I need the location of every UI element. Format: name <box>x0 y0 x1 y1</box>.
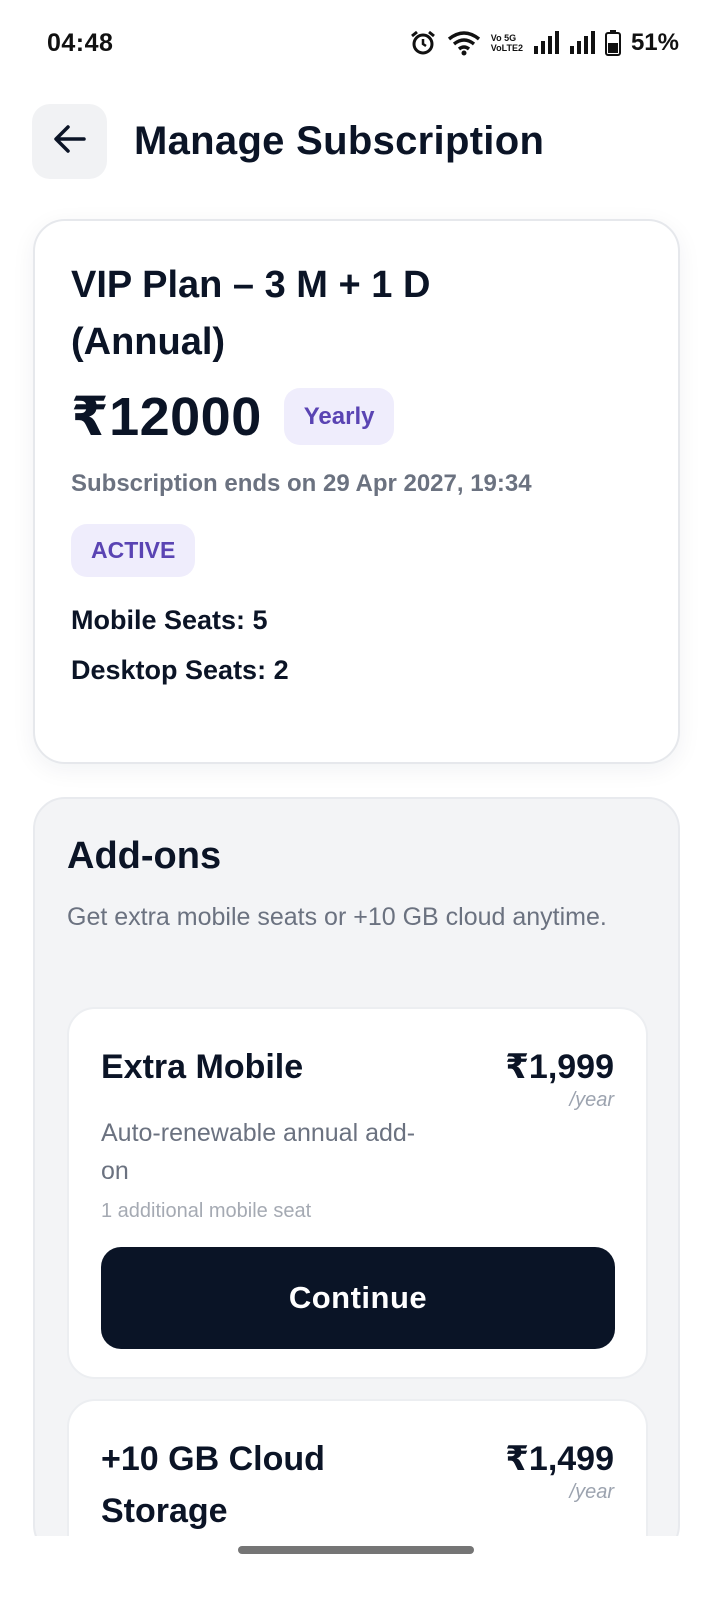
addon-price: ₹1,999 <box>505 1048 614 1086</box>
addons-subtitle: Get extra mobile seats or +10 GB cloud a… <box>67 903 607 931</box>
alarm-icon <box>409 29 437 57</box>
back-button[interactable] <box>32 103 107 179</box>
page-header: Manage Subscription <box>32 103 544 179</box>
plan-price: ₹12000 <box>71 387 262 447</box>
addon-name: Extra Mobile <box>101 1048 304 1086</box>
status-time: 04:48 <box>47 28 114 57</box>
addons-section: Add-ons Get extra mobile seats or +10 GB… <box>33 797 680 1599</box>
addon-price-block: ₹1,999 /year <box>505 1041 614 1112</box>
addon-name: +10 GB Cloud Storage <box>101 1440 325 1530</box>
addon-description: Auto-renewable annual add-on <box>101 1119 416 1185</box>
network-label-top: Vo 5G <box>490 33 517 43</box>
desktop-seats: Desktop Seats: 2 <box>71 655 289 685</box>
mobile-seats: Mobile Seats: 5 <box>71 605 268 635</box>
home-indicator[interactable] <box>238 1546 474 1554</box>
page-title: Manage Subscription <box>134 118 545 163</box>
status-badge: ACTIVE <box>71 524 196 577</box>
status-icons: Vo 5G VoLTE2 51% <box>409 29 679 57</box>
plan-price-row: ₹12000 Yearly <box>71 385 642 448</box>
addon-price: ₹1,499 <box>505 1440 614 1478</box>
wifi-icon <box>447 30 481 56</box>
addon-extra-mobile: Extra Mobile ₹1,999 /year Auto-renewable… <box>67 1007 648 1379</box>
continue-button[interactable]: Continue <box>101 1247 615 1349</box>
signal-icon-sim1 <box>533 31 559 55</box>
addons-title: Add-ons <box>67 835 222 877</box>
network-type-label: Vo 5G VoLTE2 <box>491 33 523 53</box>
arrow-left-icon <box>53 124 87 159</box>
battery-percentage: 51% <box>630 29 679 56</box>
subscription-end-date: Subscription ends on 29 Apr 2027, 19:34 <box>71 470 532 497</box>
plan-name: VIP Plan – 3 M + 1 D (Annual) <box>71 264 431 363</box>
plan-card: VIP Plan – 3 M + 1 D (Annual) ₹12000 Yea… <box>33 219 680 764</box>
addon-price-block: ₹1,499 /year <box>505 1433 614 1504</box>
addon-header: +10 GB Cloud Storage ₹1,499 /year <box>101 1433 614 1537</box>
addon-header: Extra Mobile ₹1,999 /year <box>101 1041 614 1112</box>
network-label-bottom: VoLTE2 <box>490 43 523 53</box>
billing-cycle-badge: Yearly <box>283 388 395 445</box>
battery-icon <box>604 30 621 56</box>
addon-note: 1 additional mobile seat <box>101 1200 312 1222</box>
signal-icon-sim2 <box>569 31 595 55</box>
status-bar: 04:48 Vo 5G VoLTE2 51% <box>0 0 727 86</box>
